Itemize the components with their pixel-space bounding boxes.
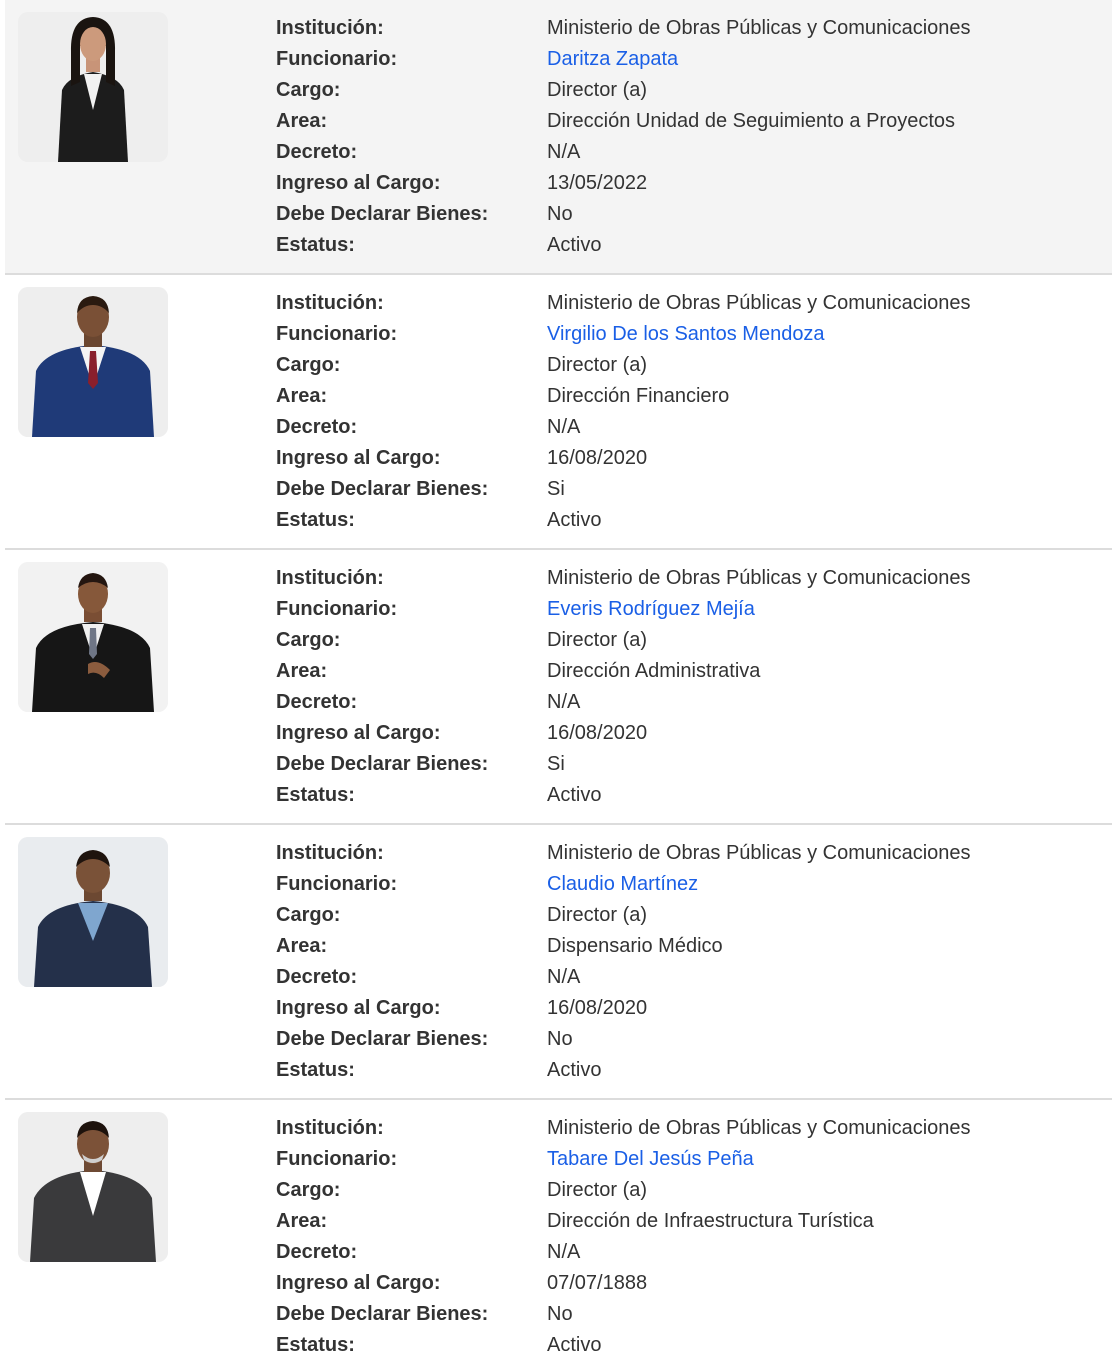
label-area: Area: [276,385,328,407]
value-institucion: Ministerio de Obras Públicas y Comunicac… [547,17,971,39]
official-row: Institución: Ministerio de Obras Pública… [5,275,1112,550]
label-decreto: Decreto: [276,691,358,713]
label-ingreso: Ingreso al Cargo: [276,722,441,744]
value-area: Dirección Administrativa [547,660,761,682]
label-declarar: Debe Declarar Bienes: [276,1303,489,1325]
official-row: Institución: Ministerio de Obras Pública… [5,825,1112,1100]
official-name-link[interactable]: Claudio Martínez [547,869,698,900]
value-decreto: N/A [547,691,581,713]
label-estatus: Estatus: [276,784,355,806]
official-name-link[interactable]: Daritza Zapata [547,44,678,75]
value-institucion: Ministerio de Obras Públicas y Comunicac… [547,292,971,314]
value-declarar: Si [547,753,565,775]
value-ingreso: 16/08/2020 [547,997,648,1019]
label-cargo: Cargo: [276,1179,341,1201]
label-cargo: Cargo: [276,354,341,376]
label-institucion: Institución: [276,292,384,314]
label-area: Area: [276,660,328,682]
label-estatus: Estatus: [276,234,355,256]
label-cargo: Cargo: [276,904,341,926]
value-area: Dispensario Médico [547,935,723,957]
official-row: Institución: Ministerio de Obras Pública… [5,1100,1112,1370]
label-area: Area: [276,110,328,132]
label-ingreso: Ingreso al Cargo: [276,1272,441,1294]
value-ingreso: 16/08/2020 [547,447,648,469]
label-funcionario: Funcionario: [276,873,398,895]
value-cargo: Director (a) [547,904,648,926]
value-area: Dirección de Infraestructura Turística [547,1210,874,1232]
label-estatus: Estatus: [276,1059,355,1081]
value-decreto: N/A [547,141,581,163]
value-institucion: Ministerio de Obras Públicas y Comunicac… [547,842,971,864]
value-institucion: Ministerio de Obras Públicas y Comunicac… [547,1117,971,1139]
value-cargo: Director (a) [547,1179,648,1201]
label-institucion: Institución: [276,567,384,589]
label-institucion: Institución: [276,842,384,864]
official-photo[interactable] [18,1112,168,1262]
label-decreto: Decreto: [276,1241,358,1263]
label-estatus: Estatus: [276,1334,355,1356]
value-area: Dirección Financiero [547,385,730,407]
label-funcionario: Funcionario: [276,1148,398,1170]
value-estatus: Activo [547,234,602,256]
official-name-link[interactable]: Everis Rodríguez Mejía [547,594,755,625]
value-declarar: Si [547,478,565,500]
label-area: Area: [276,935,328,957]
official-photo[interactable] [18,12,168,162]
label-decreto: Decreto: [276,416,358,438]
value-estatus: Activo [547,509,602,531]
official-name-link[interactable]: Virgilio De los Santos Mendoza [547,319,825,350]
label-estatus: Estatus: [276,509,355,531]
value-decreto: N/A [547,966,581,988]
label-funcionario: Funcionario: [276,598,398,620]
label-institucion: Institución: [276,17,384,39]
value-declarar: No [547,1028,573,1050]
value-ingreso: 07/07/1888 [547,1272,648,1294]
value-declarar: No [547,1303,573,1325]
label-area: Area: [276,1210,328,1232]
official-photo[interactable] [18,837,168,987]
value-declarar: No [547,203,573,225]
label-ingreso: Ingreso al Cargo: [276,447,441,469]
value-area: Dirección Unidad de Seguimiento a Proyec… [547,110,955,132]
official-name-link[interactable]: Tabare Del Jesús Peña [547,1144,754,1175]
label-decreto: Decreto: [276,966,358,988]
official-row: Institución: Ministerio de Obras Pública… [5,550,1112,825]
label-ingreso: Ingreso al Cargo: [276,172,441,194]
value-decreto: N/A [547,416,581,438]
label-declarar: Debe Declarar Bienes: [276,478,489,500]
label-funcionario: Funcionario: [276,323,398,345]
label-decreto: Decreto: [276,141,358,163]
value-estatus: Activo [547,784,602,806]
official-photo[interactable] [18,562,168,712]
official-photo[interactable] [18,287,168,437]
value-cargo: Director (a) [547,354,648,376]
value-decreto: N/A [547,1241,581,1263]
label-ingreso: Ingreso al Cargo: [276,997,441,1019]
label-declarar: Debe Declarar Bienes: [276,1028,489,1050]
label-cargo: Cargo: [276,629,341,651]
officials-list: Institución: Ministerio de Obras Pública… [0,0,1112,1370]
label-funcionario: Funcionario: [276,48,398,70]
value-cargo: Director (a) [547,79,648,101]
official-row: Institución: Ministerio de Obras Pública… [5,0,1112,275]
value-ingreso: 16/08/2020 [547,722,648,744]
value-ingreso: 13/05/2022 [547,172,648,194]
value-cargo: Director (a) [547,629,648,651]
value-estatus: Activo [547,1334,602,1356]
value-estatus: Activo [547,1059,602,1081]
label-declarar: Debe Declarar Bienes: [276,203,489,225]
label-declarar: Debe Declarar Bienes: [276,753,489,775]
label-cargo: Cargo: [276,79,341,101]
label-institucion: Institución: [276,1117,384,1139]
value-institucion: Ministerio de Obras Públicas y Comunicac… [547,567,971,589]
